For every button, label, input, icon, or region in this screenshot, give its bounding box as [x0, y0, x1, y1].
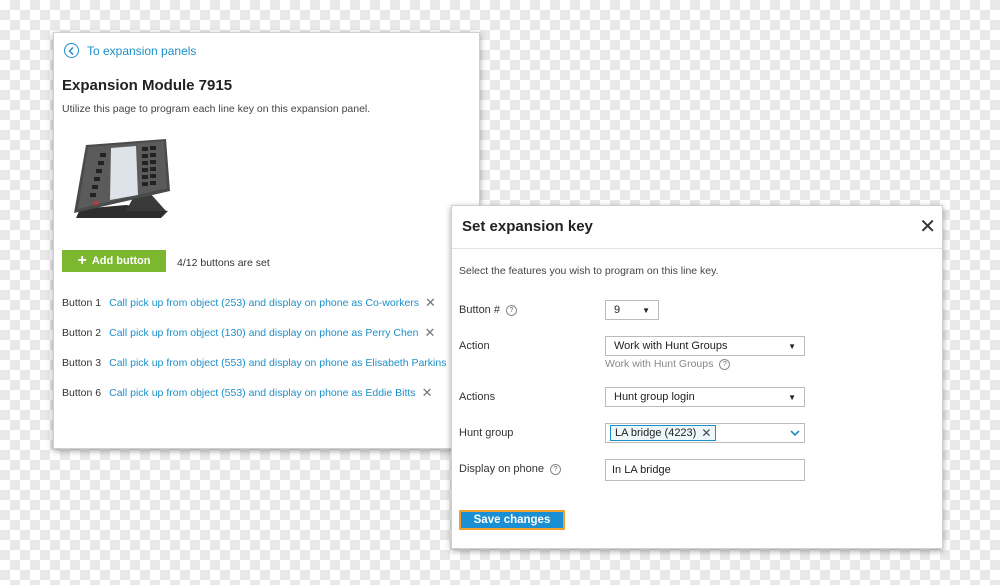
help-icon[interactable]: ? [505, 304, 517, 316]
add-button[interactable]: + Add button [62, 250, 166, 272]
display-on-phone-label: Display on phone [459, 463, 545, 475]
remove-icon[interactable]: ✕ [422, 385, 433, 401]
dialog-description: Select the features you wish to program … [459, 265, 719, 277]
hunt-group-label: Hunt group [459, 427, 514, 439]
button-row-label: Button 2 [62, 327, 102, 339]
back-link-label: To expansion panels [87, 43, 197, 58]
set-expansion-key-dialog: Set expansion key ✕ Select the features … [451, 205, 943, 549]
button-number-select[interactable]: 9 ▼ [605, 300, 659, 320]
dropdown-arrow-icon: ▼ [642, 305, 650, 315]
actions-label: Actions [459, 391, 496, 403]
display-on-phone-input[interactable]: In LA bridge [605, 459, 805, 481]
button-row-link[interactable]: Call pick up from object (553) and displ… [109, 357, 446, 369]
close-icon[interactable]: ✕ [919, 214, 936, 239]
hunt-group-select[interactable]: LA bridge (4223) ✕ [605, 423, 805, 443]
back-arrow-icon [64, 43, 79, 58]
hunt-group-tag-label: LA bridge (4223) [615, 427, 697, 439]
button-row-link[interactable]: Call pick up from object (130) and displ… [109, 327, 418, 339]
button-number-field-label: Button # ? [459, 304, 517, 316]
action-label: Action [459, 340, 490, 352]
chevron-down-icon[interactable] [790, 427, 800, 439]
display-on-phone-field-label: Display on phone ? [459, 463, 562, 475]
page-title: Expansion Module 7915 [62, 77, 233, 94]
help-icon[interactable]: ? [719, 358, 731, 370]
actions-select[interactable]: Hunt group login ▼ [605, 387, 805, 407]
button-row: Button 1 Call pick up from object (253) … [62, 295, 436, 311]
button-row-link[interactable]: Call pick up from object (553) and displ… [109, 387, 415, 399]
button-row-label: Button 1 [62, 297, 102, 309]
button-row: Button 6 Call pick up from object (553) … [62, 385, 432, 401]
button-row-link[interactable]: Call pick up from object (253) and displ… [109, 297, 419, 309]
dialog-title: Set expansion key [462, 218, 593, 235]
display-on-phone-value: In LA bridge [612, 464, 671, 476]
add-button-label: Add button [91, 255, 151, 267]
button-row: Button 3 Call pick up from object (553) … [62, 355, 463, 371]
expansion-module-panel: To expansion panels Expansion Module 791… [53, 32, 480, 449]
action-value: Work with Hunt Groups [614, 340, 728, 352]
save-changes-button[interactable]: Save changes [459, 510, 565, 530]
remove-icon[interactable]: ✕ [425, 295, 436, 311]
action-hint-text: Work with Hunt Groups [605, 358, 714, 370]
dropdown-arrow-icon: ▼ [788, 341, 796, 351]
divider [452, 248, 942, 249]
button-row-label: Button 6 [62, 387, 102, 399]
dropdown-arrow-icon: ▼ [788, 392, 796, 402]
actions-value: Hunt group login [614, 391, 695, 403]
button-number-value: 9 [614, 304, 621, 316]
button-number-label: Button # [459, 304, 500, 316]
button-row-label: Button 3 [62, 357, 102, 369]
action-hint: Work with Hunt Groups ? [605, 358, 731, 370]
buttons-set-status: 4/12 buttons are set [177, 257, 270, 269]
page-description: Utilize this page to program each line k… [62, 103, 371, 115]
remove-icon[interactable]: ✕ [424, 325, 435, 341]
help-icon[interactable]: ? [550, 463, 562, 475]
hunt-group-tag: LA bridge (4223) ✕ [610, 425, 717, 441]
button-row: Button 2 Call pick up from object (130) … [62, 325, 435, 341]
action-select[interactable]: Work with Hunt Groups ▼ [605, 336, 805, 356]
remove-tag-icon[interactable]: ✕ [701, 426, 711, 440]
back-to-expansion-panels-link[interactable]: To expansion panels [64, 43, 196, 58]
expansion-module-image [66, 133, 176, 228]
plus-icon: + [77, 252, 87, 269]
